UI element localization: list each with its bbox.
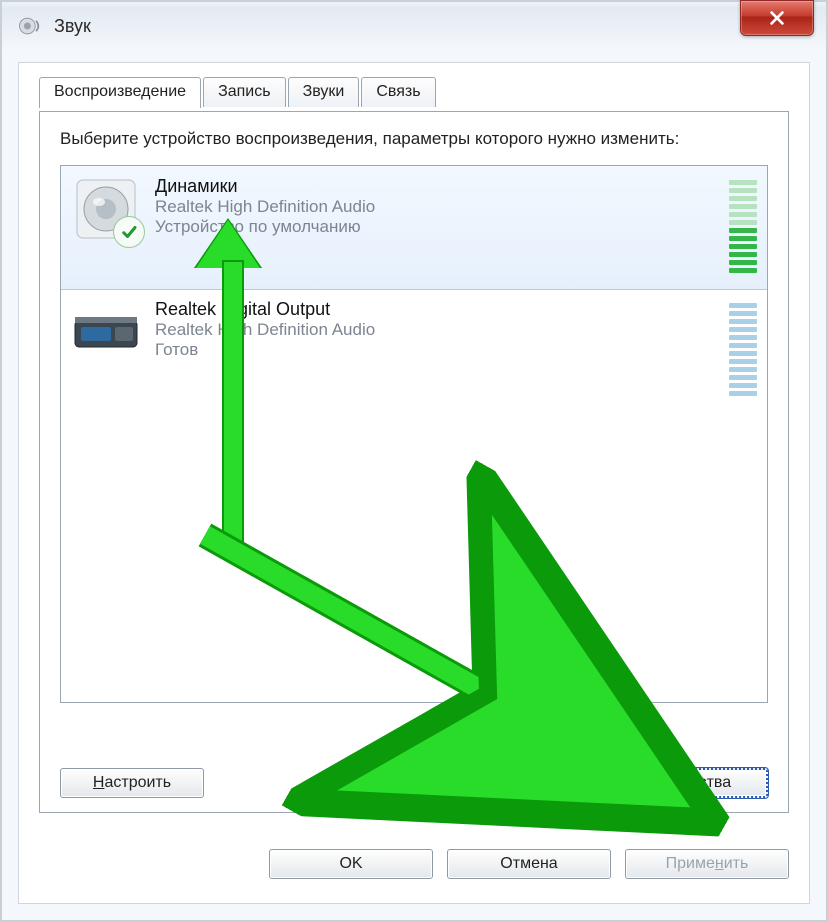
tab-panel-playback: Выберите устройство воспроизведения, пар… bbox=[39, 111, 789, 813]
device-driver: Realtek High Definition Audio bbox=[155, 197, 729, 217]
titlebar: Звук bbox=[2, 2, 826, 50]
device-driver: Realtek High Definition Audio bbox=[155, 320, 729, 340]
device-item-digital-output[interactable]: Realtek Digital Output Realtek High Defi… bbox=[61, 289, 767, 412]
level-meter bbox=[729, 297, 757, 402]
default-badge-icon bbox=[113, 216, 145, 248]
device-text: Динамики Realtek High Definition Audio У… bbox=[155, 174, 729, 237]
configure-button[interactable]: Настроить bbox=[60, 768, 204, 798]
device-name: Динамики bbox=[155, 176, 729, 197]
tab-playback[interactable]: Воспроизведение bbox=[39, 77, 201, 108]
close-button[interactable] bbox=[740, 0, 814, 36]
device-text: Realtek Digital Output Realtek High Defi… bbox=[155, 297, 729, 360]
close-icon bbox=[768, 9, 786, 27]
dialog-buttons: OK Отмена Применить bbox=[269, 849, 789, 879]
btn-label: Применить bbox=[666, 855, 749, 872]
dialog-client-area: Воспроизведение Запись Звуки Связь Выбер… bbox=[18, 62, 810, 904]
window-title: Звук bbox=[54, 16, 91, 37]
device-item-speakers[interactable]: Динамики Realtek High Definition Audio У… bbox=[60, 165, 768, 290]
level-meter bbox=[729, 174, 757, 279]
tab-recording[interactable]: Запись bbox=[203, 77, 286, 107]
sound-icon bbox=[16, 12, 44, 40]
tab-comm[interactable]: Связь bbox=[361, 77, 435, 107]
tab-sounds[interactable]: Звуки bbox=[288, 77, 360, 107]
set-default-label: По умолчанию bbox=[448, 769, 588, 797]
device-status: Устройство по умолчанию bbox=[155, 217, 729, 237]
btn-label: Свойства bbox=[661, 774, 731, 791]
device-list[interactable]: Динамики Realtek High Definition Audio У… bbox=[60, 165, 768, 703]
instruction-text: Выберите устройство воспроизведения, пар… bbox=[60, 128, 768, 151]
properties-button[interactable]: Свойства bbox=[624, 768, 768, 798]
chevron-down-icon bbox=[595, 780, 605, 786]
sound-dialog-window: Звук Воспроизведение Запись Звуки Связь … bbox=[0, 0, 828, 922]
set-default-split-button[interactable]: По умолчанию bbox=[447, 768, 612, 798]
ok-button[interactable]: OK bbox=[269, 849, 433, 879]
apply-button[interactable]: Применить bbox=[625, 849, 789, 879]
panel-bottom-row: Настроить По умолчанию Свойства bbox=[60, 768, 768, 798]
btn-label: астроить bbox=[104, 774, 171, 791]
speaker-icon bbox=[71, 174, 141, 244]
cancel-button[interactable]: Отмена bbox=[447, 849, 611, 879]
tab-strip: Воспроизведение Запись Звуки Связь bbox=[39, 77, 436, 107]
device-name: Realtek Digital Output bbox=[155, 299, 729, 320]
digital-output-icon bbox=[71, 297, 141, 367]
device-status: Готов bbox=[155, 340, 729, 360]
set-default-dropdown[interactable] bbox=[588, 769, 611, 797]
